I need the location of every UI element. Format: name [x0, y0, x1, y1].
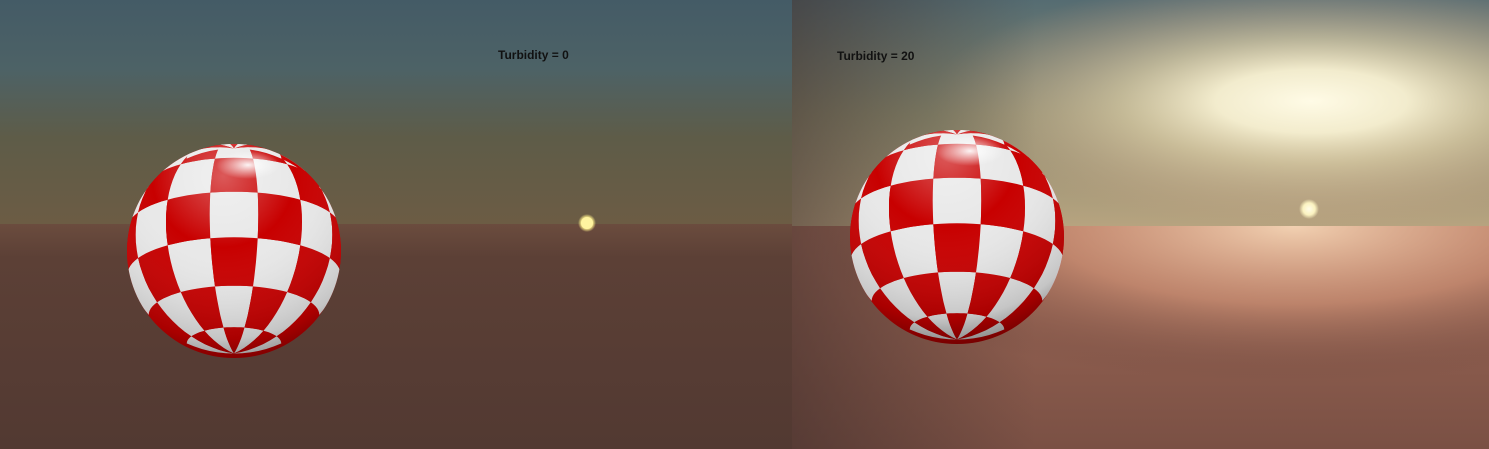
- render-turbidity-0: Turbidity = 0: [0, 0, 792, 449]
- sky: [0, 0, 792, 230]
- scene-turbidity-20: [792, 0, 1489, 449]
- turbidity-label: Turbidity = 0: [498, 48, 569, 62]
- render-turbidity-20: Turbidity = 20: [792, 0, 1489, 449]
- scene-turbidity-0: [0, 0, 792, 449]
- specular-highlight: [216, 151, 280, 179]
- specular-highlight: [936, 136, 1004, 166]
- sun: [581, 217, 593, 229]
- turbidity-label: Turbidity = 20: [837, 49, 915, 63]
- sun: [1299, 199, 1319, 219]
- ground: [0, 224, 792, 449]
